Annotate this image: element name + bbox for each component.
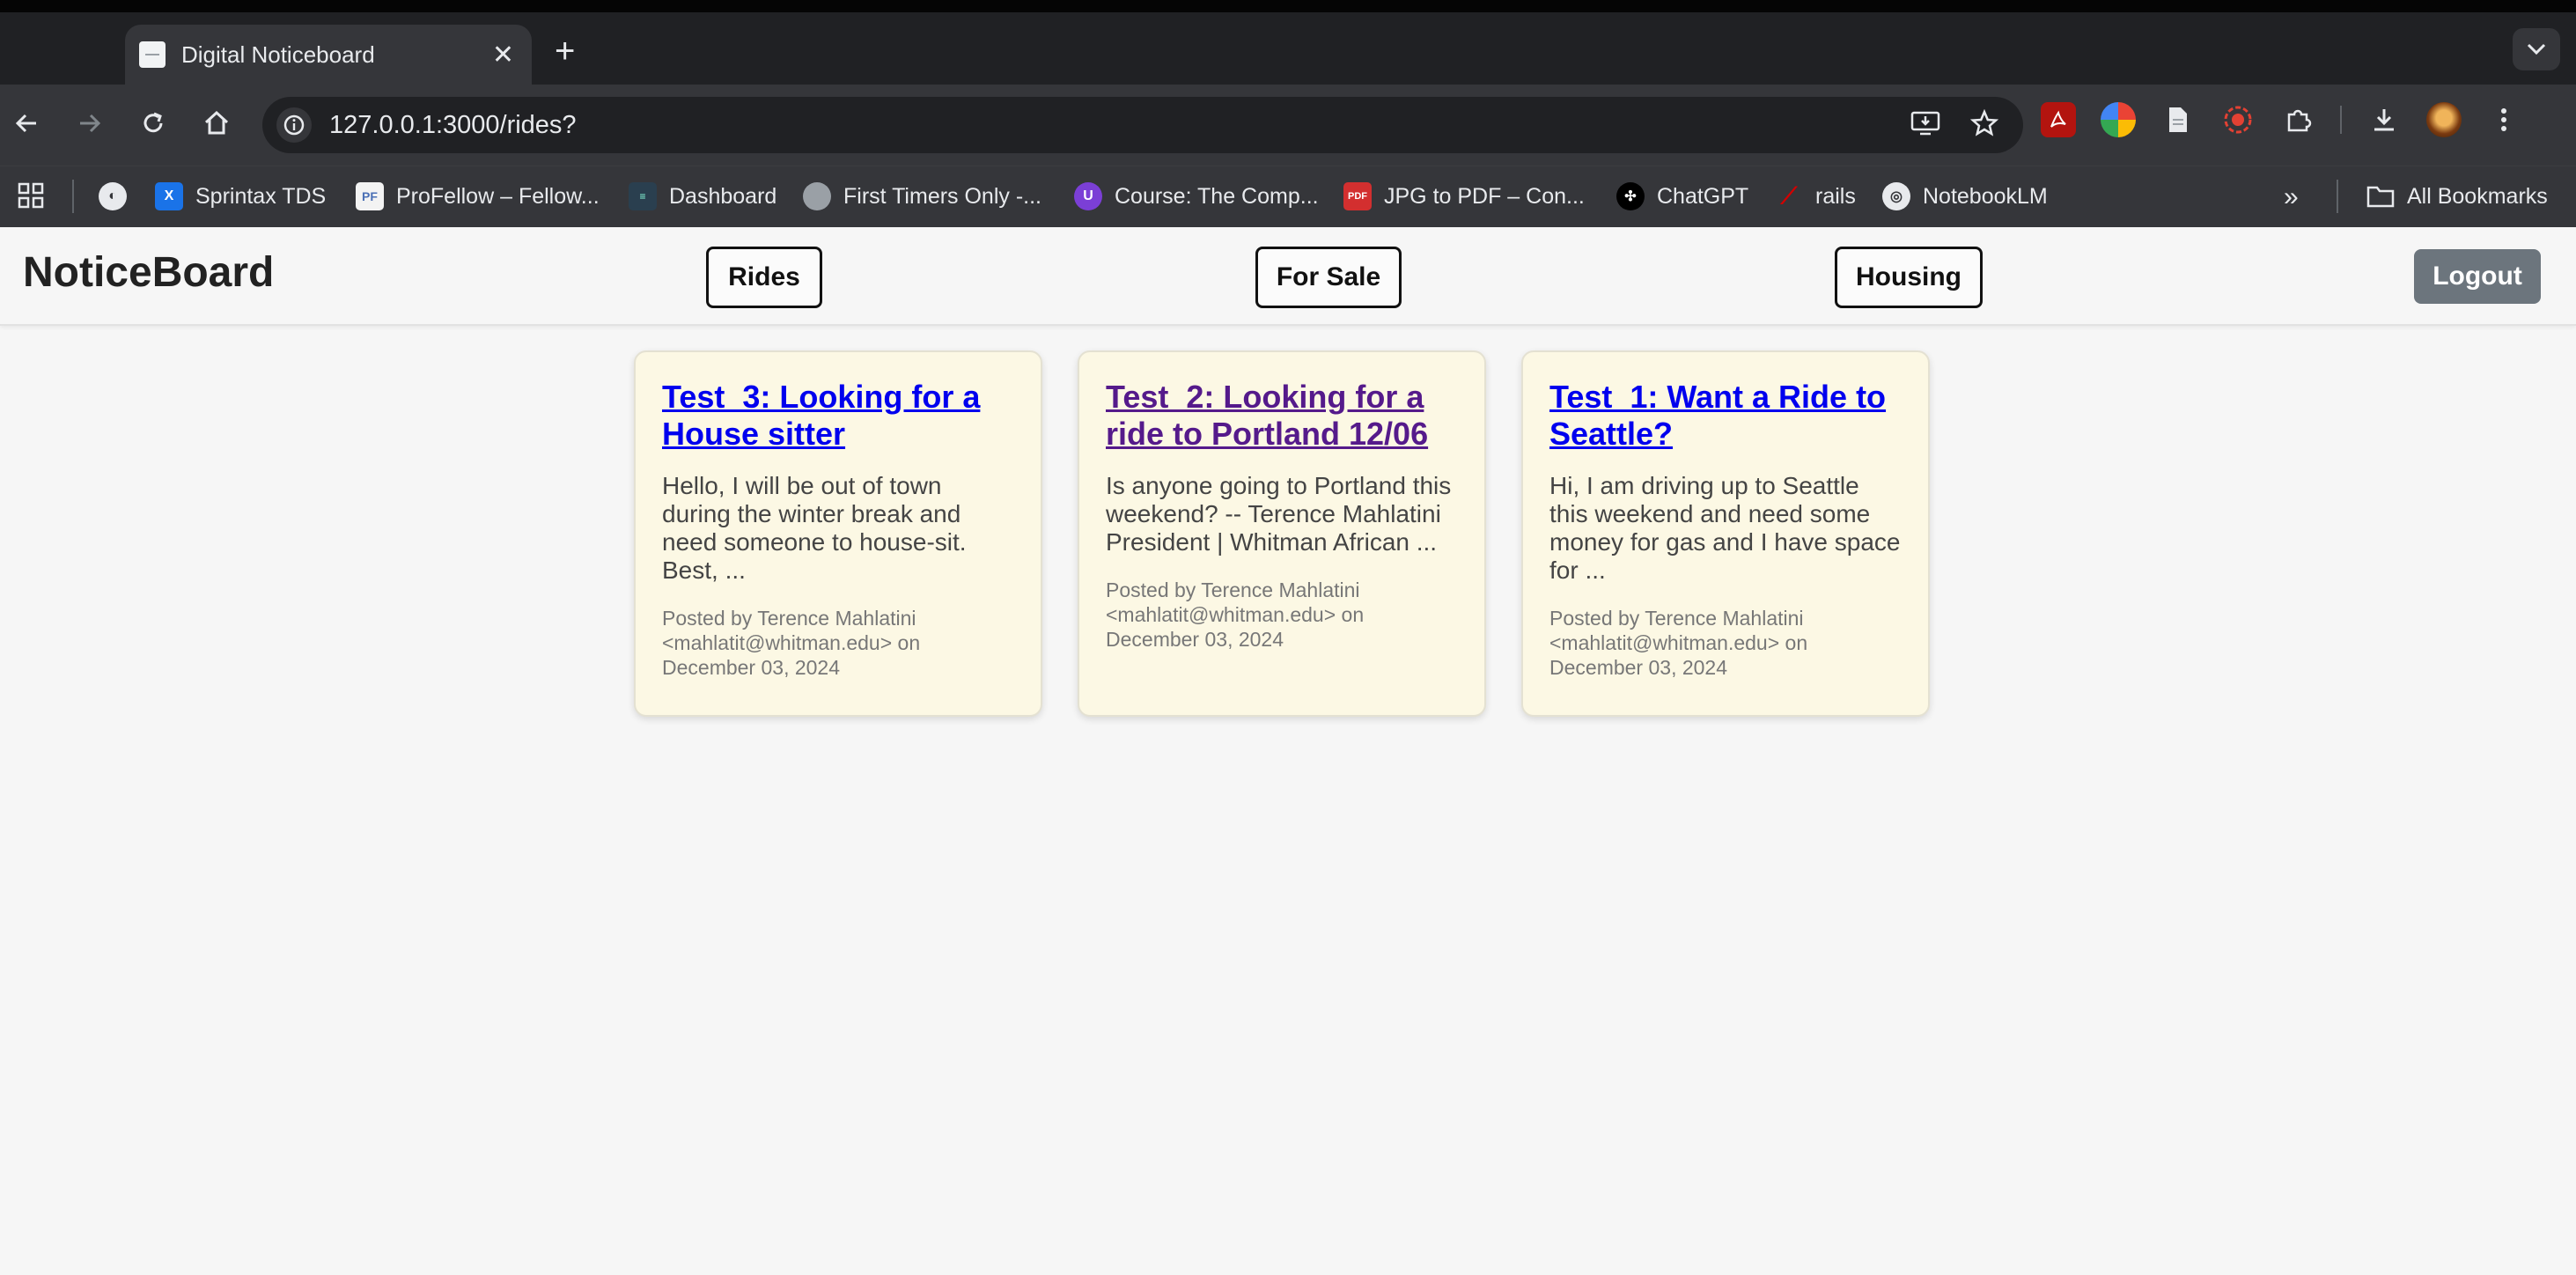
post-card: Test_2: Looking for a ride to Portland 1…: [1078, 350, 1486, 717]
bookmark-label: All Bookmarks: [2407, 183, 2548, 209]
folder-icon: [2366, 182, 2395, 210]
bookmark-label: Sprintax TDS: [195, 183, 327, 209]
bookmark-sprintax[interactable]: X Sprintax TDS: [155, 182, 326, 210]
logout-button[interactable]: Logout: [2414, 249, 2541, 304]
post-meta: Posted by Terence Mahlatini <mahlatit@wh…: [1549, 607, 1808, 679]
post-title-link[interactable]: Test_2: Looking for a ride to Portland 1…: [1106, 379, 1458, 453]
sprintax-icon: X: [155, 182, 183, 210]
puzzle-extensions-icon[interactable]: [2280, 102, 2315, 137]
bookmark-label: Dashboard: [669, 183, 777, 209]
bookmarks-divider: [72, 180, 74, 213]
course-icon: U: [1074, 182, 1102, 210]
install-app-icon[interactable]: [1910, 110, 1940, 141]
tab-title: Digital Noticeboard: [181, 41, 375, 68]
bookmark-label: rails: [1815, 183, 1856, 209]
page-icon: [139, 41, 166, 68]
bookmark-profellow[interactable]: PF ProFellow – Fellow...: [356, 182, 600, 210]
bookmark-course[interactable]: U Course: The Comp...: [1074, 182, 1319, 210]
bookmark-label: JPG to PDF – Con...: [1384, 183, 1585, 209]
post-meta: Posted by Terence Mahlatini <mahlatit@wh…: [662, 607, 921, 679]
bookmarks-divider: [2337, 180, 2338, 213]
bookmark-notebooklm[interactable]: ◎ NotebookLM: [1882, 182, 2048, 210]
active-tab[interactable]: Digital Noticeboard ✕: [125, 25, 532, 85]
post-meta: Posted by Terence Mahlatini <mahlatit@wh…: [1106, 579, 1365, 651]
url-text: 127.0.0.1:3000/rides?: [329, 110, 577, 139]
profellow-icon: PF: [356, 182, 384, 210]
forward-icon[interactable]: [72, 106, 107, 141]
bookmark-jpg-to-pdf[interactable]: PDF JPG to PDF – Con...: [1343, 182, 1585, 210]
post-card: Test_3: Looking for a House sitter Hello…: [634, 350, 1042, 717]
bookmark-label: ChatGPT: [1657, 183, 1749, 209]
bookmark-chatgpt[interactable]: ✣ ChatGPT: [1616, 182, 1748, 210]
toolbar-divider: [2340, 106, 2342, 134]
chevron-down-icon[interactable]: [2513, 28, 2560, 70]
browser-toolbar: 127.0.0.1:3000/rides?: [0, 85, 2576, 166]
close-icon[interactable]: ✕: [492, 40, 514, 70]
post-card: Test_1: Want a Ride to Seattle? Hi, I am…: [1521, 350, 1930, 717]
download-icon[interactable]: [2366, 102, 2402, 137]
notebooklm-icon: ◎: [1882, 182, 1910, 210]
bookmark-dashboard[interactable]: ≡ Dashboard: [629, 182, 776, 210]
bookmark-first-timers[interactable]: First Timers Only -...: [803, 182, 1041, 210]
site-info-icon[interactable]: [276, 107, 312, 143]
dashboard-icon: ≡: [629, 182, 657, 210]
post-excerpt: Hi, I am driving up to Seattle this week…: [1549, 472, 1901, 584]
post-title-link[interactable]: Test_1: Want a Ride to Seattle?: [1549, 379, 1902, 453]
nav-rides-button[interactable]: Rides: [706, 247, 822, 308]
recorder-extension-icon[interactable]: [2220, 102, 2256, 137]
tab-bar: Digital Noticeboard ✕ +: [0, 12, 2576, 85]
bookmark-label: ProFellow – Fellow...: [396, 183, 600, 209]
more-bookmarks-icon[interactable]: »: [2284, 182, 2299, 212]
profile-avatar[interactable]: [2426, 102, 2462, 137]
extensions-area: [2041, 102, 2521, 137]
bookmark-rails[interactable]: ⟋ rails: [1775, 182, 1856, 210]
pdf-extension-icon[interactable]: [2041, 102, 2076, 137]
document-extension-icon[interactable]: [2160, 102, 2196, 137]
new-tab-icon[interactable]: +: [555, 32, 575, 71]
globe-bookmark-icon[interactable]: ◐: [99, 182, 127, 210]
bookmark-star-icon[interactable]: [1969, 108, 1999, 142]
jpg-pdf-icon: PDF: [1343, 182, 1372, 210]
home-icon[interactable]: [199, 106, 234, 141]
post-excerpt: Hello, I will be out of town during the …: [662, 472, 967, 584]
back-icon[interactable]: [9, 106, 44, 141]
rails-icon: ⟋: [1780, 182, 1798, 209]
more-menu-icon[interactable]: [2486, 102, 2521, 137]
globe-icon: [803, 182, 831, 210]
nav-for-sale-button[interactable]: For Sale: [1255, 247, 1402, 308]
site-header: NoticeBoard Rides For Sale Housing Logou…: [0, 227, 2576, 326]
color-picker-extension-icon[interactable]: [2101, 102, 2136, 137]
bookmark-label: NotebookLM: [1923, 183, 2048, 209]
bookmark-label: Course: The Comp...: [1115, 183, 1319, 209]
chatgpt-icon: ✣: [1616, 182, 1645, 210]
all-bookmarks[interactable]: All Bookmarks: [2366, 182, 2548, 210]
address-bar[interactable]: 127.0.0.1:3000/rides?: [262, 97, 2023, 153]
site-brand[interactable]: NoticeBoard: [23, 248, 274, 297]
window-top-strip: [0, 0, 2576, 12]
nav-housing-button[interactable]: Housing: [1835, 247, 1983, 308]
post-excerpt: Is anyone going to Portland this weekend…: [1106, 472, 1452, 556]
apps-grid-icon[interactable]: [18, 182, 44, 209]
post-title-link[interactable]: Test_3: Looking for a House sitter: [662, 379, 1014, 453]
bookmark-label: First Timers Only -...: [843, 183, 1041, 209]
reload-icon[interactable]: [136, 106, 171, 141]
bookmarks-bar: ◐ X Sprintax TDS PF ProFellow – Fellow..…: [0, 166, 2576, 227]
